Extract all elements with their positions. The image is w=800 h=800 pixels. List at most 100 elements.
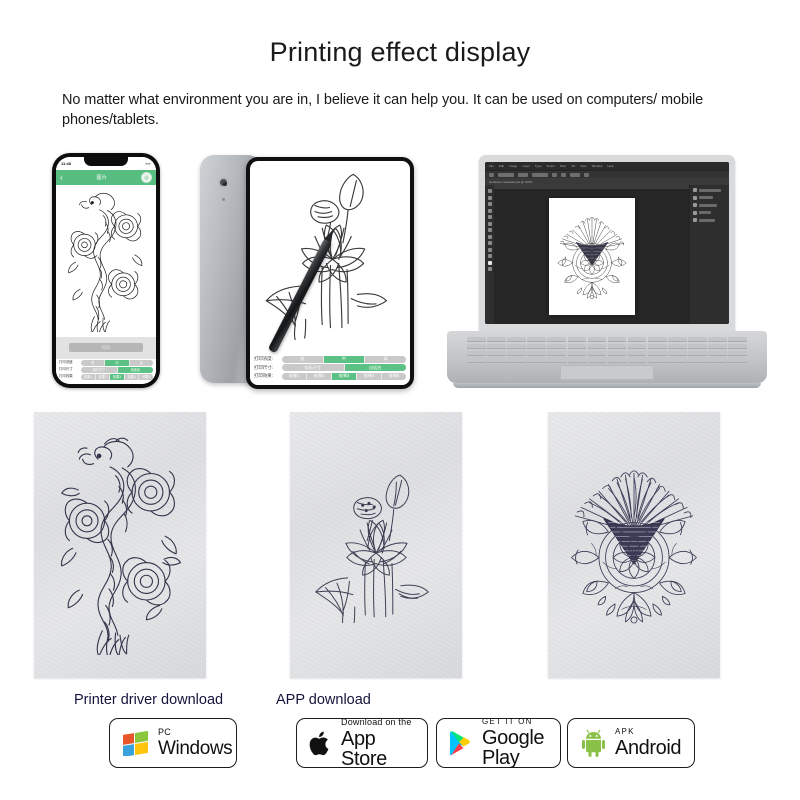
tool-option-toggle-2[interactable] (561, 172, 566, 177)
artboard[interactable] (548, 198, 635, 315)
eye-visibility-icon[interactable] (693, 203, 697, 207)
tool-option-extra-2[interactable] (584, 172, 589, 177)
density-option-high[interactable]: 高 (365, 356, 406, 363)
menu-view[interactable]: View (580, 164, 586, 168)
effect-option-5[interactable]: 效果5 (139, 374, 153, 380)
tool-option-dropdown[interactable] (498, 172, 514, 177)
editor-options-bar[interactable] (485, 170, 729, 178)
size-option-adaptive[interactable]: 自适应 (344, 364, 406, 371)
menu-type[interactable]: Type (535, 164, 542, 168)
size-segmented-control[interactable]: 实际尺寸 自适应 (282, 364, 406, 371)
key (728, 357, 747, 363)
effect-option-1[interactable]: 效果1 (282, 372, 307, 380)
tool-option-field[interactable] (518, 172, 528, 177)
pen-tool-icon[interactable] (487, 254, 492, 258)
density-option-low[interactable]: 低 (282, 355, 324, 363)
density-option-low[interactable]: 低 (81, 360, 106, 366)
tablet-setting-row-effect: 打印效果: 效果1 效果2 效果3 效果4 效果5 (254, 372, 406, 380)
zoom-tool-icon[interactable] (487, 267, 492, 271)
key (467, 350, 486, 357)
eye-visibility-icon[interactable] (693, 210, 697, 215)
size-option-adaptive[interactable]: 自适应 (117, 367, 153, 373)
app-store-badge[interactable]: Download on the App Store (296, 716, 428, 769)
android-apk-badge[interactable]: APK Android (567, 718, 695, 768)
effect-option-4[interactable]: 效果4 (125, 374, 140, 380)
phone-setting-row-effect: 打印效果 效果1 效果2 效果3 效果4 效果5 (59, 374, 153, 380)
move-tool-icon[interactable] (487, 189, 492, 193)
key (627, 343, 647, 350)
eye-visibility-icon[interactable] (693, 195, 697, 200)
print-button[interactable]: 打印 (69, 343, 143, 352)
density-option-medium[interactable]: 中 (105, 360, 130, 366)
laptop-keyboard[interactable] (467, 337, 747, 363)
lasso-tool-icon[interactable] (487, 202, 492, 206)
google-play-badge[interactable]: GET IT ON Google Play (436, 718, 561, 768)
density-segmented-control[interactable]: 低 中 高 (81, 360, 153, 366)
tablet-front-device: 打印浓度: 低 中 高 打印尺寸: 实际尺寸 自适应 打印效果: 效果1 效果2… (246, 157, 414, 389)
tool-option-extra[interactable] (570, 172, 580, 177)
layer-item[interactable] (693, 218, 726, 222)
menu-window[interactable]: Window (592, 164, 603, 168)
tool-option-mode[interactable] (532, 172, 548, 177)
hand-tool-icon[interactable] (487, 260, 492, 265)
effect-option-3[interactable]: 效果3 (332, 372, 357, 380)
layer-item[interactable] (693, 203, 726, 207)
panel-header-layers[interactable] (693, 188, 726, 192)
editor-toolbar[interactable] (485, 185, 494, 324)
gradient-tool-icon[interactable] (487, 241, 492, 245)
editor-side-panels[interactable] (689, 185, 729, 324)
menu-image[interactable]: Image (509, 164, 517, 168)
menu-select[interactable]: Select (546, 164, 554, 168)
tool-option-toggle[interactable] (552, 172, 557, 177)
download-labels: Printer driver download APP download (0, 692, 800, 714)
key (668, 337, 687, 343)
avatar-icon[interactable]: ◎ (141, 172, 152, 183)
windows-logo-icon (122, 730, 150, 756)
layer-item[interactable] (693, 210, 726, 215)
layer-item[interactable] (693, 195, 726, 200)
laptop-mockup: File Edit Image Layer Type Select Filter… (447, 155, 767, 395)
menu-layer[interactable]: Layer (522, 164, 530, 168)
key (668, 350, 687, 357)
effect-segmented-control[interactable]: 效果1 效果2 效果3 效果4 效果5 (282, 372, 406, 380)
editor-menu-bar[interactable]: File Edit Image Layer Type Select Filter… (485, 162, 729, 170)
badge-top-text: Download on the (341, 716, 412, 727)
crop-tool-icon[interactable] (487, 215, 492, 219)
size-segmented-control[interactable]: 实际尺寸 自适应 (81, 367, 153, 373)
marquee-tool-icon[interactable] (487, 195, 492, 200)
effect-option-2[interactable]: 效果2 (307, 372, 332, 380)
wand-tool-icon[interactable] (487, 208, 492, 213)
badge-main-text: Google Play (482, 727, 545, 769)
effect-option-3[interactable]: 效果3 (110, 374, 125, 380)
tablet-mockup: 打印浓度: 低 中 高 打印尺寸: 实际尺寸 自适应 打印效果: 效果1 效果2… (196, 147, 416, 395)
density-segmented-control[interactable]: 低 中 高 (282, 355, 406, 363)
key (527, 350, 546, 357)
size-option-actual[interactable]: 实际尺寸 (282, 364, 345, 371)
brush-tool-icon[interactable] (487, 228, 492, 232)
text-tool-icon[interactable] (487, 247, 492, 252)
menu-edit[interactable]: Edit (499, 164, 504, 168)
laptop-trackpad[interactable] (560, 365, 654, 380)
eraser-tool-icon[interactable] (487, 234, 492, 239)
menu-filter[interactable]: Filter (560, 164, 567, 168)
windows-download-badge[interactable]: PC Windows (109, 718, 237, 768)
eye-visibility-icon[interactable] (693, 218, 697, 222)
effect-option-4[interactable]: 效果4 (357, 372, 382, 380)
size-option-actual[interactable]: 实际尺寸 (81, 367, 118, 373)
key (567, 343, 587, 350)
tool-option-icon[interactable] (489, 172, 494, 177)
eyedropper-tool-icon[interactable] (487, 221, 492, 226)
density-option-high[interactable]: 高 (130, 360, 153, 366)
effect-option-2[interactable]: 效果2 (96, 374, 111, 380)
effect-option-5[interactable]: 效果5 (382, 373, 406, 380)
back-chevron-icon[interactable]: ‹ (60, 173, 63, 182)
menu-help[interactable]: Help (607, 164, 613, 168)
menu-file[interactable]: File (489, 164, 494, 168)
density-option-medium[interactable]: 中 (323, 355, 366, 363)
effect-segmented-control[interactable]: 效果1 效果2 效果3 效果4 效果5 (81, 374, 153, 380)
document-tab[interactable]: sunflower-mandala.psd @ 100% (485, 178, 729, 185)
effect-option-1[interactable]: 效果1 (81, 374, 96, 380)
editor-canvas[interactable] (494, 185, 689, 324)
laptop-foot (453, 383, 761, 388)
menu-3d[interactable]: 3D (571, 164, 575, 168)
